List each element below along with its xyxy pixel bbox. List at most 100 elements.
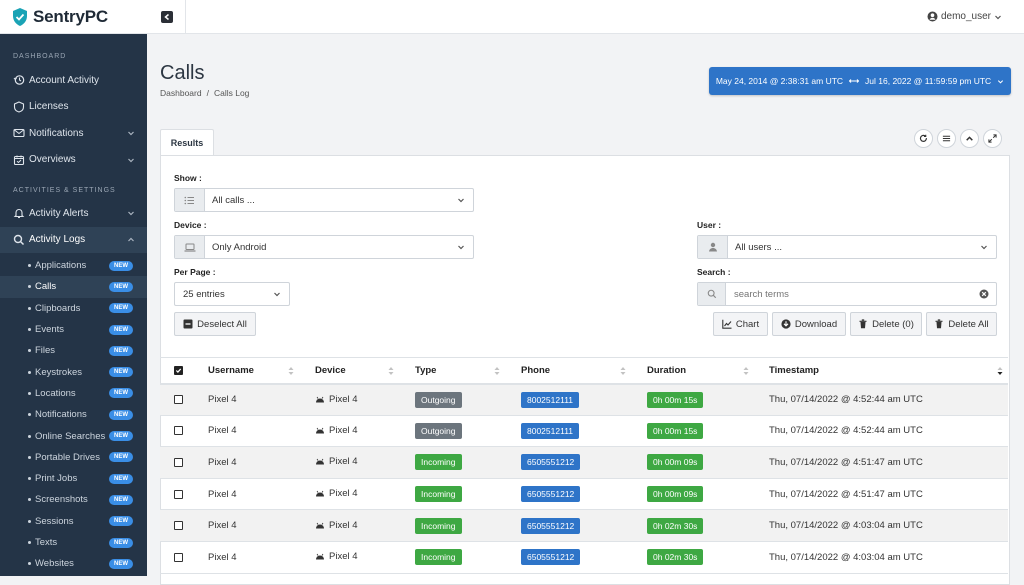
user-menu[interactable]: demo_user bbox=[927, 11, 1002, 22]
device-cell: Pixel 4 bbox=[315, 541, 415, 574]
row-checkbox[interactable] bbox=[174, 521, 183, 531]
table-row[interactable]: Pixel 4 Pixel 4 Incoming 6505551212 0h 02m 3… bbox=[160, 509, 1008, 542]
chart-label: Chart bbox=[735, 318, 760, 330]
sidebar-subitem-screenshots[interactable]: Screenshots NEW bbox=[0, 489, 147, 510]
type-cell: Incoming bbox=[415, 478, 521, 511]
device-cell: Pixel 4 bbox=[315, 446, 415, 479]
sidebar-subitem-websites[interactable]: Websites NEW bbox=[0, 553, 147, 574]
phone-badge[interactable]: 8002512111 bbox=[521, 391, 580, 408]
column-header-username[interactable]: Username bbox=[208, 357, 315, 385]
column-header-phone[interactable]: Phone bbox=[521, 357, 647, 385]
device-select[interactable]: Only Android bbox=[174, 235, 474, 259]
phone-cell: 6505551212 bbox=[521, 446, 647, 479]
duration-badge: 0h 00m 15s bbox=[647, 391, 704, 408]
column-header-duration[interactable]: Duration bbox=[647, 357, 769, 385]
type-cell: Incoming bbox=[415, 446, 521, 479]
sidebar-subitem-print-jobs[interactable]: Print Jobs NEW bbox=[0, 468, 147, 489]
phone-badge[interactable]: 6505551212 bbox=[521, 486, 581, 503]
column-header-timestamp[interactable]: Timestamp bbox=[769, 357, 1008, 385]
user-select[interactable]: All users ... bbox=[697, 235, 997, 259]
search-field bbox=[697, 282, 997, 306]
sidebar-subitem-calls[interactable]: Calls NEW bbox=[0, 276, 147, 298]
delete-button[interactable]: Delete (0) bbox=[850, 312, 922, 336]
row-checkbox[interactable] bbox=[174, 457, 183, 467]
trash-icon bbox=[858, 319, 868, 329]
deselect-all-button[interactable]: Deselect All bbox=[174, 312, 256, 336]
sidebar-item-activity-alerts[interactable]: Activity Alerts bbox=[0, 200, 147, 227]
username-cell: Pixel 4 bbox=[208, 509, 315, 542]
new-badge: NEW bbox=[109, 324, 133, 335]
chevron-down-icon bbox=[127, 209, 135, 217]
timestamp-cell: Thu, 07/14/2022 @ 4:51:47 am UTC bbox=[769, 478, 1008, 511]
chart-button[interactable]: Chart bbox=[713, 312, 768, 336]
phone-badge[interactable]: 8002512111 bbox=[521, 422, 580, 439]
sidebar-subitem-sessions[interactable]: Sessions NEW bbox=[0, 511, 147, 532]
android-icon bbox=[315, 427, 325, 434]
breadcrumb: Dashboard / Calls Log bbox=[160, 88, 249, 98]
sidebar-item-activity-logs[interactable]: Activity Logs bbox=[0, 226, 147, 253]
android-icon bbox=[315, 396, 325, 403]
sidebar-subitem-texts[interactable]: Texts NEW bbox=[0, 532, 147, 553]
download-button[interactable]: Download bbox=[772, 312, 846, 336]
columns-button[interactable] bbox=[937, 129, 956, 148]
sort-icon bbox=[288, 366, 294, 376]
sidebar-item-licenses[interactable]: Licenses bbox=[0, 94, 147, 121]
sidebar-toggle-button[interactable] bbox=[161, 11, 173, 23]
refresh-button[interactable] bbox=[914, 129, 933, 148]
row-checkbox[interactable] bbox=[174, 395, 183, 405]
table-row[interactable]: Pixel 4 Pixel 4 Incoming 6505551212 0h 00m 0… bbox=[160, 446, 1008, 479]
clear-search-icon[interactable] bbox=[979, 289, 989, 299]
phone-cell: 6505551212 bbox=[521, 509, 647, 542]
expand-panel-button[interactable] bbox=[983, 129, 1002, 148]
sidebar-subitem-portable-drives[interactable]: Portable Drives NEW bbox=[0, 447, 147, 468]
sidebar-subitem-clipboards[interactable]: Clipboards NEW bbox=[0, 298, 147, 319]
sidebar-subitem-events[interactable]: Events NEW bbox=[0, 319, 147, 340]
column-header-type[interactable]: Type bbox=[415, 357, 521, 385]
duration-badge: 0h 02m 30s bbox=[647, 517, 704, 534]
date-range-button[interactable]: May 24, 2014 @ 2:38:31 am UTC Jul 16, 20… bbox=[709, 67, 1011, 95]
table-row[interactable]: Pixel 4 Pixel 4 Outgoing 8002512111 0h 00m 1… bbox=[160, 383, 1008, 416]
table-body: Pixel 4 Pixel 4 Outgoing 8002512111 0h 00m 1… bbox=[160, 383, 1008, 574]
type-badge: Incoming bbox=[415, 549, 462, 566]
breadcrumb-dashboard[interactable]: Dashboard bbox=[160, 88, 202, 98]
duration-cell: 0h 00m 09s bbox=[647, 446, 769, 479]
user-label: User : bbox=[697, 220, 722, 230]
new-badge: NEW bbox=[109, 431, 133, 442]
sidebar-item-overviews[interactable]: Overviews bbox=[0, 147, 147, 174]
row-checkbox[interactable] bbox=[174, 426, 183, 436]
expand-icon bbox=[988, 134, 997, 143]
column-header-device[interactable]: Device bbox=[315, 357, 415, 385]
table-row[interactable]: Pixel 4 Pixel 4 Incoming 6505551212 0h 02m 3… bbox=[160, 541, 1008, 574]
per-page-select[interactable]: 25 entries bbox=[174, 282, 290, 306]
sidebar-subitem-files[interactable]: Files NEW bbox=[0, 340, 147, 361]
sidebar-subitem-keystrokes[interactable]: Keystrokes NEW bbox=[0, 361, 147, 382]
sidebar-subitem-locations[interactable]: Locations NEW bbox=[0, 383, 147, 404]
phone-badge[interactable]: 6505551212 bbox=[521, 454, 581, 471]
phone-badge[interactable]: 6505551212 bbox=[521, 549, 581, 566]
delete-all-button[interactable]: Delete All bbox=[926, 312, 997, 336]
tab-results[interactable]: Results bbox=[160, 129, 214, 156]
row-checkbox[interactable] bbox=[174, 552, 183, 562]
sidebar-subitem-online-searches[interactable]: Online Searches NEW bbox=[0, 425, 147, 446]
trash-icon bbox=[934, 319, 944, 329]
duration-badge: 0h 00m 09s bbox=[647, 454, 704, 471]
sidebar-subitem-notifications[interactable]: Notifications NEW bbox=[0, 404, 147, 425]
select-all-checkbox[interactable] bbox=[174, 365, 183, 375]
caret-down-icon bbox=[997, 78, 1004, 85]
arrows-horizontal-icon bbox=[849, 78, 860, 84]
sidebar-item-notifications[interactable]: Notifications bbox=[0, 120, 147, 147]
shield-icon bbox=[13, 101, 25, 113]
search-input[interactable] bbox=[726, 288, 979, 300]
table-row[interactable]: Pixel 4 Pixel 4 Incoming 6505551212 0h 00m 0… bbox=[160, 478, 1008, 511]
phone-badge[interactable]: 6505551212 bbox=[521, 517, 581, 534]
page-title: Calls bbox=[160, 62, 205, 84]
show-select[interactable]: All calls ... bbox=[174, 188, 474, 212]
logo[interactable]: SentryPC bbox=[0, 0, 147, 34]
sidebar-item-account-activity[interactable]: Account Activity bbox=[0, 67, 147, 94]
row-checkbox[interactable] bbox=[174, 489, 183, 499]
collapse-panel-button[interactable] bbox=[960, 129, 979, 148]
row-checkbox-cell bbox=[160, 446, 208, 479]
sidebar-item-label: Account Activity bbox=[29, 74, 100, 86]
sidebar-subitem-applications[interactable]: Applications NEW bbox=[0, 255, 147, 276]
table-row[interactable]: Pixel 4 Pixel 4 Outgoing 8002512111 0h 00m 1… bbox=[160, 415, 1008, 448]
